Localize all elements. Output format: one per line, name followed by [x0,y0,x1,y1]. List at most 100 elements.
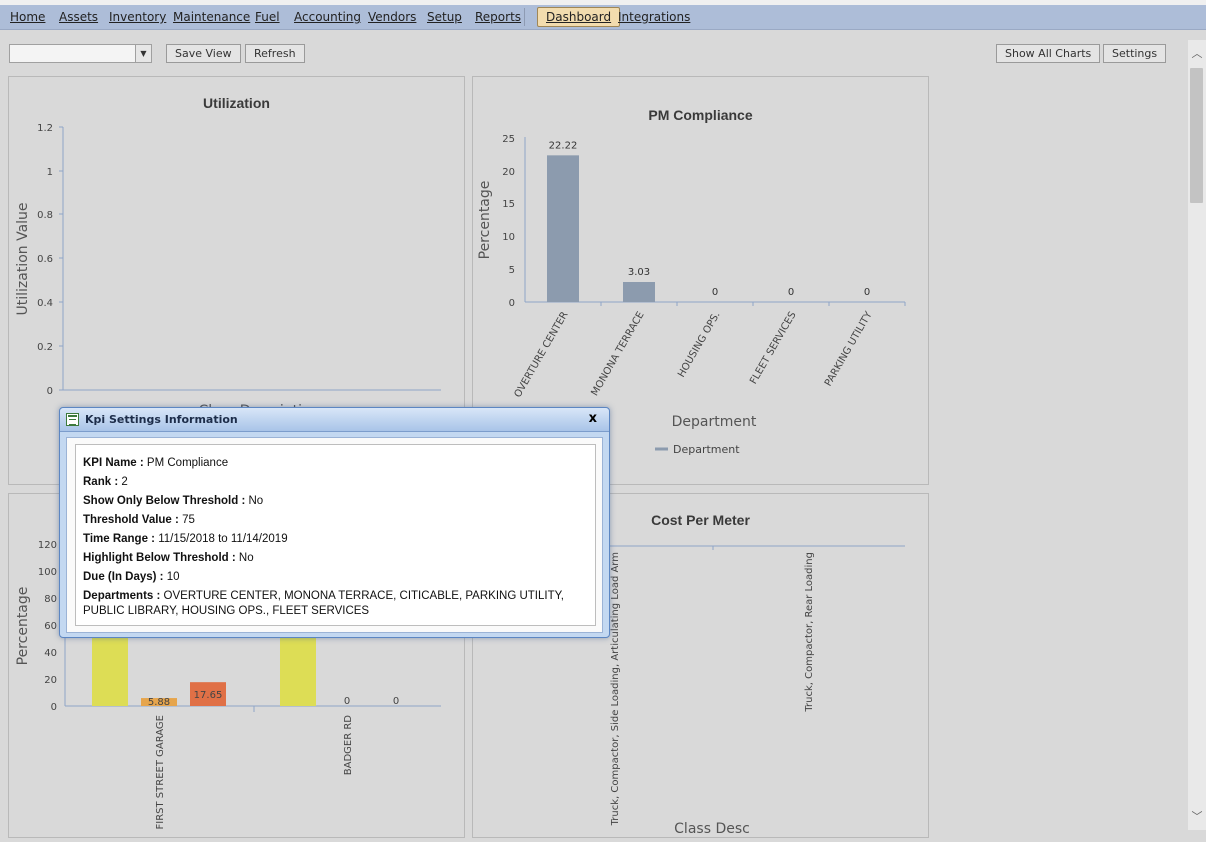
y-tick-label: 80 [44,594,57,605]
y-tick-label: 0.8 [37,210,53,221]
x-tick-label: Truck, Compactor, Rear Loading [804,552,815,713]
main-menu-bar: Home Assets Inventory Maintenance Fuel A… [0,5,1206,30]
y-tick-label: 0.2 [37,342,53,353]
pm-y-axis-title: Percentage [477,181,493,260]
cost-x-axis-title: Class Desc [674,821,750,837]
highlight-below-threshold-row: Highlight Below Threshold : No [83,549,588,568]
menu-reports[interactable]: Reports [475,10,521,24]
settings-button[interactable]: Settings [1103,44,1167,63]
field-label: Time Range : [83,533,155,545]
x-tick-label: FIRST STREET GARAGE [155,715,166,829]
menu-separator [524,8,525,26]
threshold-value-row: Threshold Value : 75 [83,511,588,530]
y-tick-label: 100 [38,567,57,578]
x-tick-label: BADGER RD [343,715,354,776]
data-label: 0 [712,287,718,298]
menu-vendors[interactable]: Vendors [368,10,416,24]
y-tick-label: 15 [502,199,515,210]
menu-dashboard[interactable]: Dashboard [537,7,621,27]
pm-bars-group: 22.22 OVERTURE CENTER 3.03 MONONA TERRACE 0 H… [513,140,906,400]
y-tick-label: 20 [502,167,515,178]
x-tick-label: PARKING UTILITY [823,309,875,388]
data-label: 0 [393,696,399,707]
y-tick-label: 40 [44,648,57,659]
y-tick-label: 10 [502,232,515,243]
bar [623,282,655,302]
dialog-body: KPI Name : PM Compliance Rank : 2 Show O… [66,437,603,633]
y-tick-label: 1 [47,167,53,178]
close-icon[interactable]: x [589,411,597,426]
y-tick-label: 0.6 [37,254,53,265]
departments-row: Departments : OVERTURE CENTER, MONONA TE… [83,589,588,619]
y-tick-label: 5 [509,265,515,276]
view-select[interactable]: ▼ [9,44,152,63]
chevron-down-icon[interactable]: ▼ [135,45,151,62]
menu-assets[interactable]: Assets [59,10,98,24]
data-label: 0 [788,287,794,298]
field-label: Departments : [83,590,161,602]
data-label: 3.03 [628,267,650,278]
field-label: Rank : [83,476,119,488]
field-value: No [248,495,264,507]
x-tick-label: FLEET SERVICES [748,310,798,386]
y-tick-label: 25 [502,134,515,145]
bar [547,155,579,302]
field-value: PM Compliance [146,457,229,469]
y-tick-label: 0 [47,386,53,397]
x-tick-label: OVERTURE CENTER [513,310,571,400]
menu-maintenance[interactable]: Maintenance [173,10,250,24]
data-label: 22.22 [549,140,578,151]
y-tick-label: 20 [44,675,57,686]
menu-fuel[interactable]: Fuel [255,10,280,24]
x-tick-label: Truck, Compactor, Side Loading, Articula… [610,552,621,826]
due-days-row: Due (In Days) : 10 [83,568,588,587]
dialog-header[interactable]: Kpi Settings Information x [60,408,609,432]
field-value: 10 [166,571,180,583]
y-tick-label: 1.2 [37,123,53,134]
legend-label: Department [673,443,740,456]
data-label: 5.88 [148,697,170,708]
field-label: Due (In Days) : [83,571,164,583]
field-label: KPI Name : [83,457,144,469]
y-tick-label: 60 [44,621,57,632]
y-tick-label: 0 [509,298,515,309]
field-value: 2 [121,476,128,488]
form-icon [66,413,79,426]
y-tick-label: 0.4 [37,298,53,309]
field-label: Show Only Below Threshold : [83,495,246,507]
data-label: 17.65 [194,690,223,701]
vertical-scrollbar[interactable]: ︿ ﹀ [1188,40,1206,830]
menu-accounting[interactable]: Accounting [294,10,361,24]
kpi-info-box: KPI Name : PM Compliance Rank : 2 Show O… [75,444,596,626]
bl-y-axis-title: Percentage [15,587,31,666]
menu-setup[interactable]: Setup [427,10,462,24]
data-label: 0 [864,287,870,298]
rank-row: Rank : 2 [83,473,588,492]
menu-home[interactable]: Home [10,10,45,24]
menu-integrations[interactable]: Integrations [618,10,690,24]
field-value: 11/15/2018 to 11/14/2019 [158,533,288,545]
save-view-button[interactable]: Save View [166,44,241,63]
x-tick-label: HOUSING OPS. [676,310,722,379]
scrollbar-thumb[interactable] [1190,68,1203,203]
field-label: Threshold Value : [83,514,179,526]
kpi-name-row: KPI Name : PM Compliance [83,454,588,473]
y-tick-label: 0 [51,702,57,713]
pm-x-axis-title: Department [672,414,757,430]
field-label: Highlight Below Threshold : [83,552,236,564]
scroll-down-icon[interactable]: ﹀ [1188,808,1206,824]
data-label: 0 [344,696,350,707]
dialog-title: Kpi Settings Information [85,413,238,426]
field-value: 75 [182,514,195,526]
utilization-y-ticks: 0 0.2 0.4 0.6 0.8 1 1.2 [37,123,63,397]
time-range-row: Time Range : 11/15/2018 to 11/14/2019 [83,530,588,549]
show-all-charts-button[interactable]: Show All Charts [996,44,1101,63]
show-below-threshold-row: Show Only Below Threshold : No [83,492,588,511]
menu-inventory[interactable]: Inventory [109,10,166,24]
scroll-up-icon[interactable]: ︿ [1188,45,1206,61]
x-tick-label: MONONA TERRACE [589,310,646,398]
field-value: No [238,552,254,564]
kpi-settings-dialog: Kpi Settings Information x KPI Name : PM… [59,407,610,638]
y-tick-label: 120 [38,540,57,551]
refresh-button[interactable]: Refresh [245,44,305,63]
